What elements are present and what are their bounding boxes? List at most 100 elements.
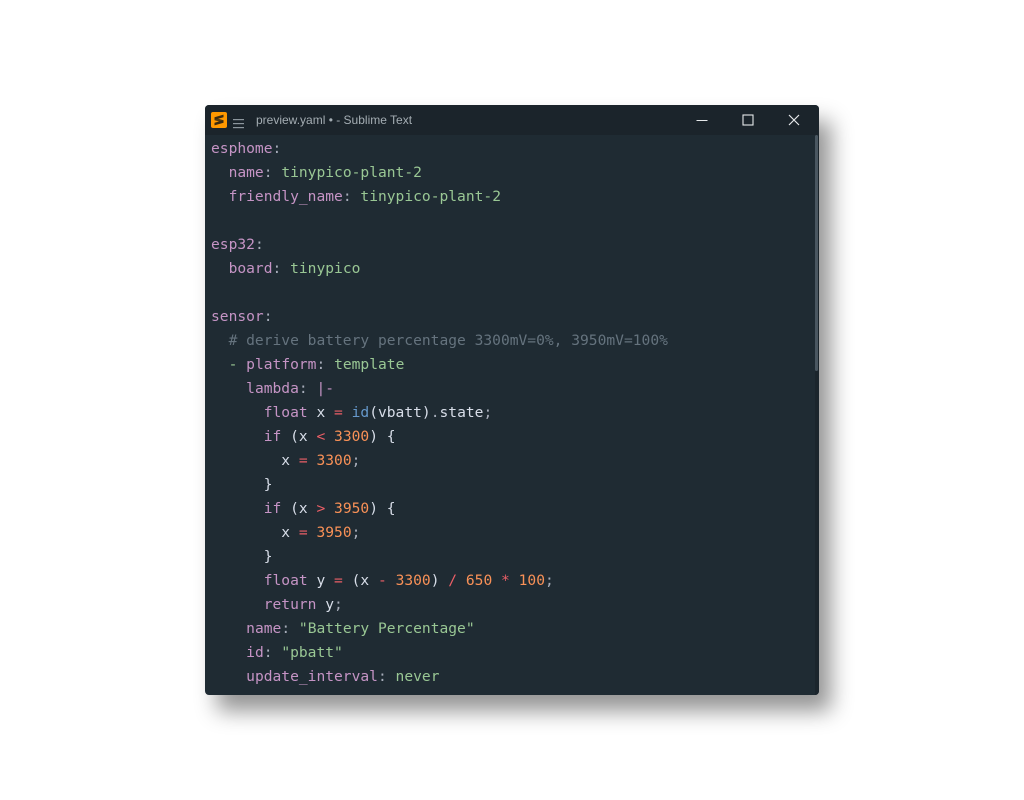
code-token: : (263, 308, 273, 325)
code-line[interactable]: - platform: template (211, 353, 668, 377)
code-token: template (334, 356, 405, 373)
code-text-area[interactable]: esphome: name: tinypico-plant-2 friendly… (211, 137, 668, 689)
code-token: if (263, 428, 282, 445)
code-token: 3300 (316, 452, 352, 469)
code-token: ; (545, 572, 554, 589)
sublime-text-logo-icon (211, 112, 227, 128)
code-line[interactable]: if (x < 3300) { (211, 425, 668, 449)
code-line[interactable]: board: tinypico (211, 257, 668, 281)
code-token: id (246, 644, 264, 661)
code-line[interactable]: lambda: |- (211, 377, 668, 401)
code-line[interactable]: } (211, 473, 668, 497)
code-token: (x (342, 572, 378, 589)
code-line[interactable]: friendly_name: tinypico-plant-2 (211, 185, 668, 209)
code-token: ; (351, 452, 361, 469)
maximize-button[interactable] (725, 105, 771, 135)
code-token: 3950 (316, 524, 352, 541)
code-line[interactable]: float x = id(vbatt).state; (211, 401, 668, 425)
code-token: : (263, 164, 273, 181)
code-token: : (342, 188, 352, 205)
code-token: - (377, 572, 387, 589)
code-line[interactable] (211, 281, 668, 305)
code-token: 3300 (334, 428, 370, 445)
code-line[interactable]: x = 3300; (211, 449, 668, 473)
code-token: (x (281, 428, 317, 445)
code-token: : (272, 140, 282, 157)
code-token: ) { (369, 428, 396, 445)
window-title: preview.yaml • - Sublime Text (256, 113, 413, 127)
scrollbar-thumb[interactable] (815, 135, 818, 371)
code-token: = (334, 404, 343, 421)
code-line[interactable]: name: tinypico-plant-2 (211, 161, 668, 185)
code-token: float (263, 404, 308, 421)
code-token: : (272, 260, 282, 277)
code-line[interactable]: x = 3950; (211, 521, 668, 545)
code-line[interactable]: name: "Battery Percentage" (211, 617, 668, 641)
code-token: name (228, 164, 264, 181)
code-token: never (395, 668, 440, 685)
code-line[interactable]: if (x > 3950) { (211, 497, 668, 521)
code-token: 3950 (334, 500, 370, 517)
code-line[interactable]: esp32: (211, 233, 668, 257)
code-line[interactable]: sensor: (211, 305, 668, 329)
code-line[interactable]: float y = (x - 3300) / 650 * 100; (211, 569, 668, 593)
code-token: 650 (465, 572, 493, 589)
code-token: : (281, 620, 291, 637)
code-line[interactable]: id: "pbatt" (211, 641, 668, 665)
code-token: float (263, 572, 308, 589)
code-line[interactable]: } (211, 545, 668, 569)
code-token: y (316, 596, 335, 613)
vertical-scrollbar[interactable] (815, 135, 819, 695)
code-line[interactable]: # derive battery percentage 3300mV=0%, 3… (211, 329, 668, 353)
code-token: ; (351, 524, 361, 541)
code-token: / (448, 572, 458, 589)
code-line[interactable]: return y; (211, 593, 668, 617)
code-token: (x (281, 500, 317, 517)
code-line[interactable]: esphome: (211, 137, 668, 161)
close-button[interactable] (771, 105, 817, 135)
code-token: : (377, 668, 387, 685)
code-token: ) { (369, 500, 396, 517)
code-token: lambda (246, 380, 299, 397)
code-token: } (263, 476, 273, 493)
title-bar[interactable]: preview.yaml • - Sublime Text (205, 105, 819, 135)
code-line[interactable]: update_interval: never (211, 665, 668, 689)
code-editor[interactable]: esphome: name: tinypico-plant-2 friendly… (205, 135, 815, 695)
code-token: 100 (518, 572, 545, 589)
code-token: = (298, 524, 308, 541)
minimize-icon (696, 120, 708, 121)
code-token: } (263, 548, 273, 565)
code-line[interactable] (211, 209, 668, 233)
code-token: ) (430, 572, 449, 589)
minimize-button[interactable] (679, 105, 725, 135)
code-token: friendly_name (228, 188, 343, 205)
editor-window: preview.yaml • - Sublime Text esphome: n… (205, 105, 819, 695)
hamburger-menu-icon[interactable] (233, 114, 244, 129)
code-token: tinypico-plant-2 (281, 164, 422, 181)
